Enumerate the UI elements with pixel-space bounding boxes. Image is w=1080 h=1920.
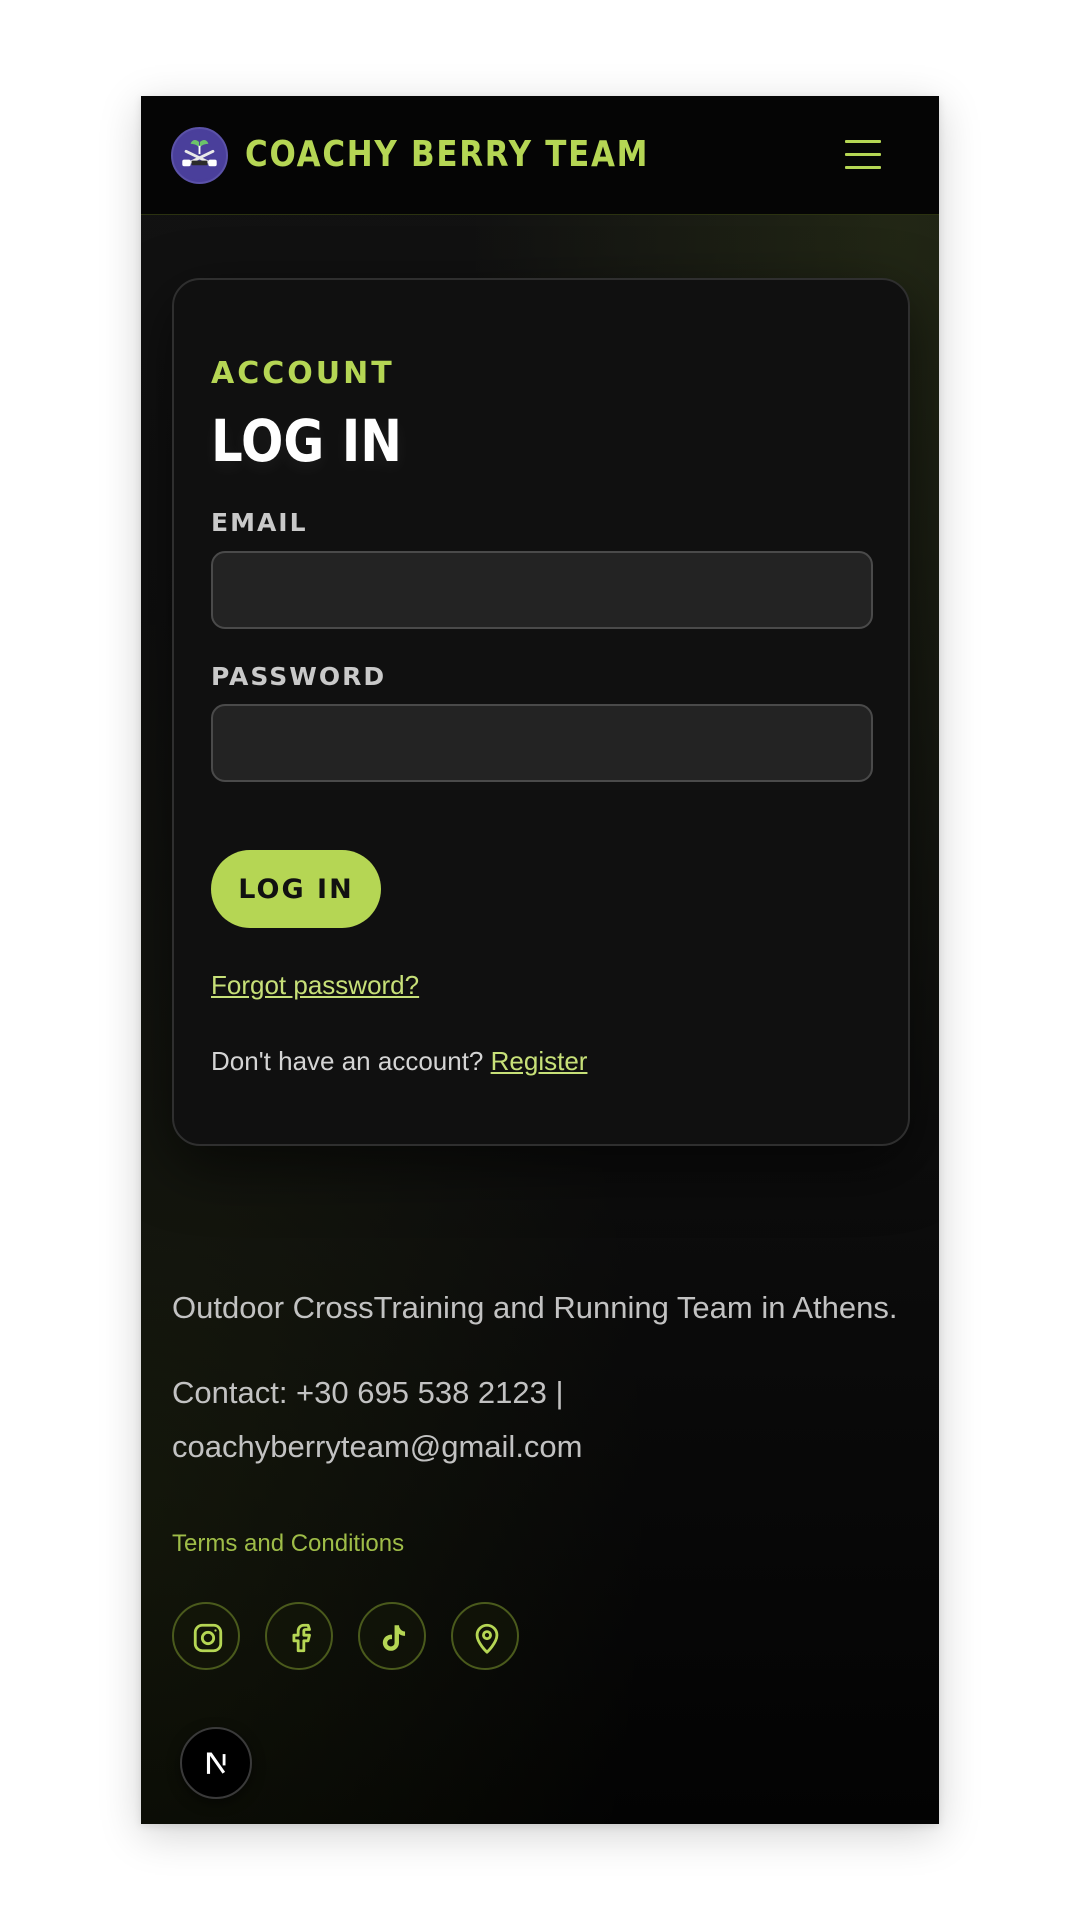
nextjs-icon[interactable] [180,1727,252,1799]
forgot-password-link[interactable]: Forgot password? [211,970,419,1001]
register-link[interactable]: Register [491,1046,588,1076]
brand-title[interactable]: COACHY BERRY TEAM [245,130,649,180]
map-pin-icon[interactable] [451,1602,519,1670]
terms-link[interactable]: Terms and Conditions [172,1530,404,1558]
footer-contact-phone: Contact: +30 695 538 2123 | [172,1375,564,1410]
email-field[interactable] [211,551,873,629]
login-card: ACCOUNT LOG IN EMAIL PASSWORD LOG IN For… [172,278,910,1146]
top-header: COACHY BERRY TEAM [141,96,939,215]
email-label: EMAIL [211,508,308,537]
app-frame: COACHY BERRY TEAM ACCOUNT LOG IN EMAIL P… [141,96,939,1824]
password-label: PASSWORD [211,662,387,691]
page-title: LOG IN [211,407,403,475]
no-account-text: Don't have an account? [211,1046,484,1076]
register-prompt: Don't have an account? Register [211,1046,587,1077]
tiktok-icon[interactable] [358,1602,426,1670]
login-button[interactable]: LOG IN [211,850,381,928]
facebook-icon[interactable] [265,1602,333,1670]
hamburger-menu-icon[interactable] [843,136,883,176]
password-field[interactable] [211,704,873,782]
section-eyebrow: ACCOUNT [211,356,395,391]
footer-contact-email[interactable]: coachyberryteam@gmail.com [172,1429,583,1465]
instagram-icon[interactable] [172,1602,240,1670]
team-logo-icon[interactable] [171,127,228,184]
footer-tagline: Outdoor CrossTraining and Running Team i… [172,1290,898,1325]
